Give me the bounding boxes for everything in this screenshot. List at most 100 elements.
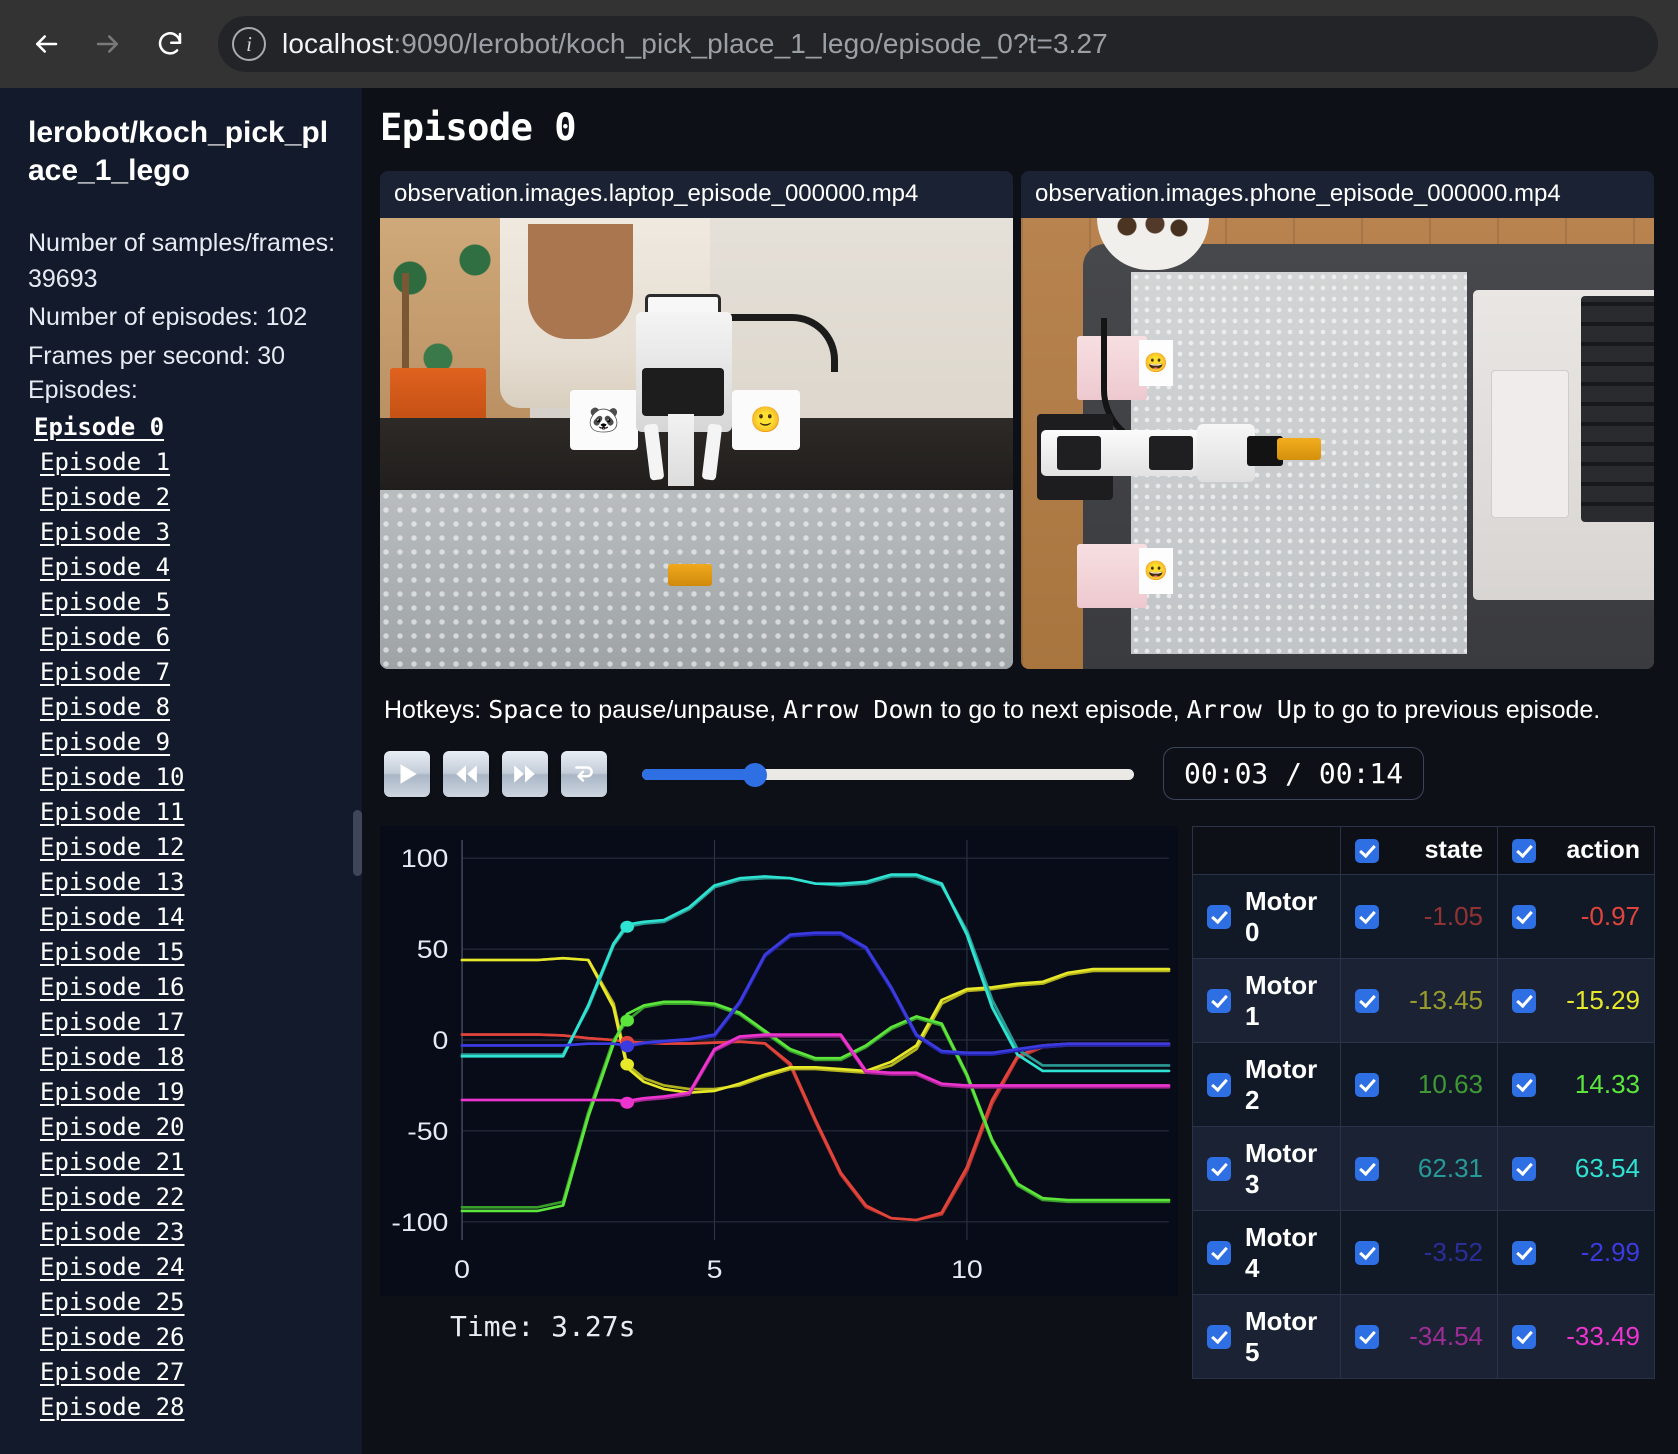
address-bar[interactable]: i localhost:9090/lerobot/koch_pick_place…: [218, 16, 1658, 72]
motor-row-checkbox[interactable]: [1207, 1324, 1231, 1349]
episode-link-13[interactable]: Episode 13: [28, 865, 338, 900]
action-cell-checkbox[interactable]: [1512, 988, 1536, 1013]
episode-link-26[interactable]: Episode 26: [28, 1320, 338, 1355]
action-cell-checkbox[interactable]: [1512, 904, 1536, 929]
episode-link-0[interactable]: Episode 0: [28, 410, 338, 445]
state-cell-checkbox[interactable]: [1355, 1324, 1379, 1349]
episode-link-18[interactable]: Episode 18: [28, 1040, 338, 1075]
episode-link-4[interactable]: Episode 4: [28, 550, 338, 585]
back-button[interactable]: [20, 18, 72, 70]
motor-name-cell: Motor 3: [1192, 1126, 1341, 1211]
state-value: -34.54: [1409, 1321, 1483, 1351]
episode-link-14[interactable]: Episode 14: [28, 900, 338, 935]
scene-trackpad: [1491, 370, 1569, 518]
seek-slider[interactable]: [642, 762, 1134, 787]
x-tick-label: 10: [951, 1256, 983, 1284]
state-cell-checkbox[interactable]: [1355, 1240, 1379, 1265]
loop-button[interactable]: [561, 750, 607, 797]
motor-label: Motor 3: [1245, 1137, 1318, 1199]
video-player-controls: 00:03 / 00:14: [380, 747, 1654, 800]
table-row: Motor 0 -1.05 -0.97: [1192, 874, 1655, 959]
state-cell-checkbox[interactable]: [1355, 1156, 1379, 1181]
episode-link-11[interactable]: Episode 11: [28, 795, 338, 830]
motor-row-checkbox[interactable]: [1207, 1156, 1231, 1181]
episode-link-1[interactable]: Episode 1: [28, 445, 338, 480]
episode-link-15[interactable]: Episode 15: [28, 935, 338, 970]
action-cell-checkbox[interactable]: [1512, 1324, 1536, 1349]
page-body: lerobot/koch_pick_place_1_lego Number of…: [0, 88, 1678, 1454]
motor-row-checkbox[interactable]: [1207, 1240, 1231, 1265]
table-row: Motor 4 -3.52 -2.99: [1192, 1210, 1655, 1295]
seek-thumb[interactable]: [743, 762, 768, 787]
reload-button[interactable]: [144, 18, 196, 70]
episode-link-2[interactable]: Episode 2: [28, 480, 338, 515]
episode-link-9[interactable]: Episode 9: [28, 725, 338, 760]
episode-link-16[interactable]: Episode 16: [28, 970, 338, 1005]
table-header-row: state action: [1192, 826, 1655, 875]
seek-fill: [642, 768, 756, 780]
hotkey-space: Space: [488, 695, 564, 724]
scene-robot-joint-2: [1149, 436, 1193, 470]
action-cell-checkbox[interactable]: [1512, 1156, 1536, 1181]
episode-link-28[interactable]: Episode 28: [28, 1390, 338, 1425]
page-title: Episode 0: [380, 106, 576, 149]
episode-link-5[interactable]: Episode 5: [28, 585, 338, 620]
episode-link-20[interactable]: Episode 20: [28, 1110, 338, 1145]
episode-link-6[interactable]: Episode 6: [28, 620, 338, 655]
play-button[interactable]: [384, 750, 430, 797]
hotkey-arrow-up: Arrow Up: [1186, 695, 1307, 724]
action-column-checkbox[interactable]: [1512, 838, 1536, 863]
action-column-label: action: [1566, 836, 1640, 864]
state-value-cell: -3.52: [1340, 1210, 1498, 1295]
episode-link-21[interactable]: Episode 21: [28, 1145, 338, 1180]
motor-row-checkbox[interactable]: [1207, 988, 1231, 1013]
sidebar-resize-handle[interactable]: [353, 810, 362, 876]
episode-link-8[interactable]: Episode 8: [28, 690, 338, 725]
episode-link-23[interactable]: Episode 23: [28, 1215, 338, 1250]
hotkeys-prefix: Hotkeys:: [384, 696, 489, 724]
sidebar: lerobot/koch_pick_place_1_lego Number of…: [0, 88, 362, 1454]
scene-robot-joint: [642, 368, 724, 416]
motor-row-checkbox[interactable]: [1207, 904, 1231, 929]
episode-link-22[interactable]: Episode 22: [28, 1180, 338, 1215]
episode-link-19[interactable]: Episode 19: [28, 1075, 338, 1110]
fast-forward-button[interactable]: [502, 750, 548, 797]
episode-link-3[interactable]: Episode 3: [28, 515, 338, 550]
fast-forward-icon: [514, 764, 535, 783]
browser-toolbar: i localhost:9090/lerobot/koch_pick_place…: [0, 0, 1678, 88]
rewind-button[interactable]: [443, 750, 489, 797]
action-cell-checkbox[interactable]: [1512, 1072, 1536, 1097]
video-caption-phone: observation.images.phone_episode_000000.…: [1021, 171, 1654, 218]
state-cell-checkbox[interactable]: [1355, 988, 1379, 1013]
y-tick-label: 0: [433, 1027, 449, 1055]
scene-robot-joint-1: [1057, 436, 1101, 470]
play-icon: [400, 763, 417, 784]
dataset-title: lerobot/koch_pick_place_1_lego: [28, 116, 329, 188]
episode-link-25[interactable]: Episode 25: [28, 1285, 338, 1320]
motor-name-cell: Motor 4: [1192, 1210, 1341, 1295]
y-tick-label: 100: [401, 845, 449, 873]
forward-button[interactable]: [82, 18, 134, 70]
episode-link-12[interactable]: Episode 12: [28, 830, 338, 865]
episode-link-10[interactable]: Episode 10: [28, 760, 338, 795]
motor-row-checkbox[interactable]: [1207, 1072, 1231, 1097]
episode-link-7[interactable]: Episode 7: [28, 655, 338, 690]
video-player-laptop[interactable]: 🐼 🙂: [380, 218, 1013, 669]
time-display: 00:03 / 00:14: [1163, 747, 1425, 800]
episode-link-27[interactable]: Episode 27: [28, 1355, 338, 1390]
motor-label: Motor 2: [1245, 1053, 1318, 1115]
scene-robot-forearm: [668, 414, 694, 486]
video-player-phone[interactable]: 😀 😀: [1021, 218, 1654, 669]
state-cell-checkbox[interactable]: [1355, 1072, 1379, 1097]
timeseries-chart[interactable]: 100 50 0 -50 -100 0 5 10 Time: 3.27s: [380, 826, 1178, 1343]
scene-lego-brick: [1277, 438, 1321, 460]
action-value: -33.49: [1566, 1321, 1640, 1351]
state-column-checkbox[interactable]: [1355, 838, 1379, 863]
hotkeys-text-3: to go to previous episode.: [1307, 696, 1601, 724]
state-cell-checkbox[interactable]: [1355, 904, 1379, 929]
state-value: -13.45: [1409, 985, 1483, 1015]
action-cell-checkbox[interactable]: [1512, 1240, 1536, 1265]
episode-link-17[interactable]: Episode 17: [28, 1005, 338, 1040]
episode-link-24[interactable]: Episode 24: [28, 1250, 338, 1285]
info-circle-icon[interactable]: i: [232, 27, 266, 61]
